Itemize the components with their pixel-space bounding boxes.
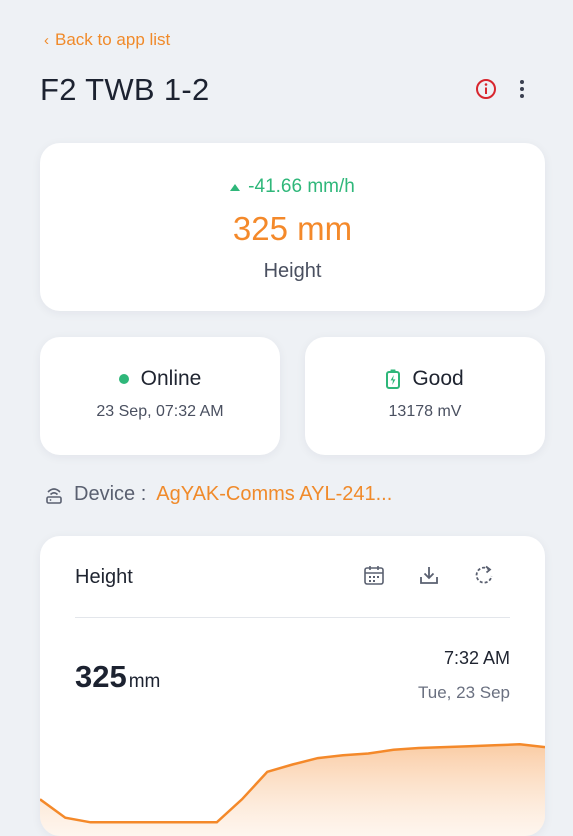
router-icon: [46, 487, 62, 504]
rate-of-change: -41.66 mm/h: [40, 176, 545, 198]
chart-toolbar: [363, 564, 495, 586]
online-timestamp: 23 Sep, 07:32 AM: [96, 403, 224, 420]
page-title: F2 TWB 1-2: [40, 72, 210, 107]
online-label: Online: [140, 367, 202, 390]
device-label: Device :: [74, 483, 147, 505]
rate-value: -41.66 mm/h: [248, 176, 355, 197]
kebab-menu-icon[interactable]: [519, 78, 525, 100]
device-row[interactable]: Device : AgYAK-Comms AYL-241...: [44, 483, 392, 506]
online-status-card: Online 23 Sep, 07:32 AM: [40, 337, 280, 455]
chart-divider: [75, 617, 510, 618]
height-chart-card: Height 325 mm 7:32 AM Tue, 23 Sep: [40, 536, 545, 836]
current-unit: mm: [128, 671, 161, 692]
chart-title: Height: [75, 566, 133, 588]
calendar-icon[interactable]: [363, 564, 385, 586]
battery-icon: [386, 369, 401, 389]
current-time: 7:32 AM: [443, 648, 510, 668]
height-area-chart[interactable]: [40, 726, 545, 836]
height-value: 325 mm: [232, 210, 353, 247]
info-circle-icon[interactable]: [475, 78, 497, 100]
height-label: Height: [263, 260, 322, 282]
download-icon[interactable]: [418, 564, 440, 586]
battery-label: Good: [412, 367, 464, 390]
back-link-label: Back to app list: [55, 30, 171, 49]
current-date: Tue, 23 Sep: [418, 683, 510, 702]
battery-voltage: 13178 mV: [388, 403, 462, 420]
arrow-up-icon: [230, 183, 241, 191]
back-to-app-list-link[interactable]: ‹ Back to app list: [44, 30, 170, 50]
battery-status-card: Good 13178 mV: [305, 337, 545, 455]
device-name-link[interactable]: AgYAK-Comms AYL-241...: [156, 483, 392, 506]
header-actions: [475, 78, 525, 100]
refresh-icon[interactable]: [473, 564, 495, 586]
height-summary-card: -41.66 mm/h 325 mm Height: [40, 143, 545, 311]
status-dot-icon: [118, 374, 129, 384]
current-reading: 325 mm: [75, 659, 160, 695]
current-value: 325: [75, 659, 127, 694]
chevron-left-icon: ‹: [44, 31, 49, 49]
